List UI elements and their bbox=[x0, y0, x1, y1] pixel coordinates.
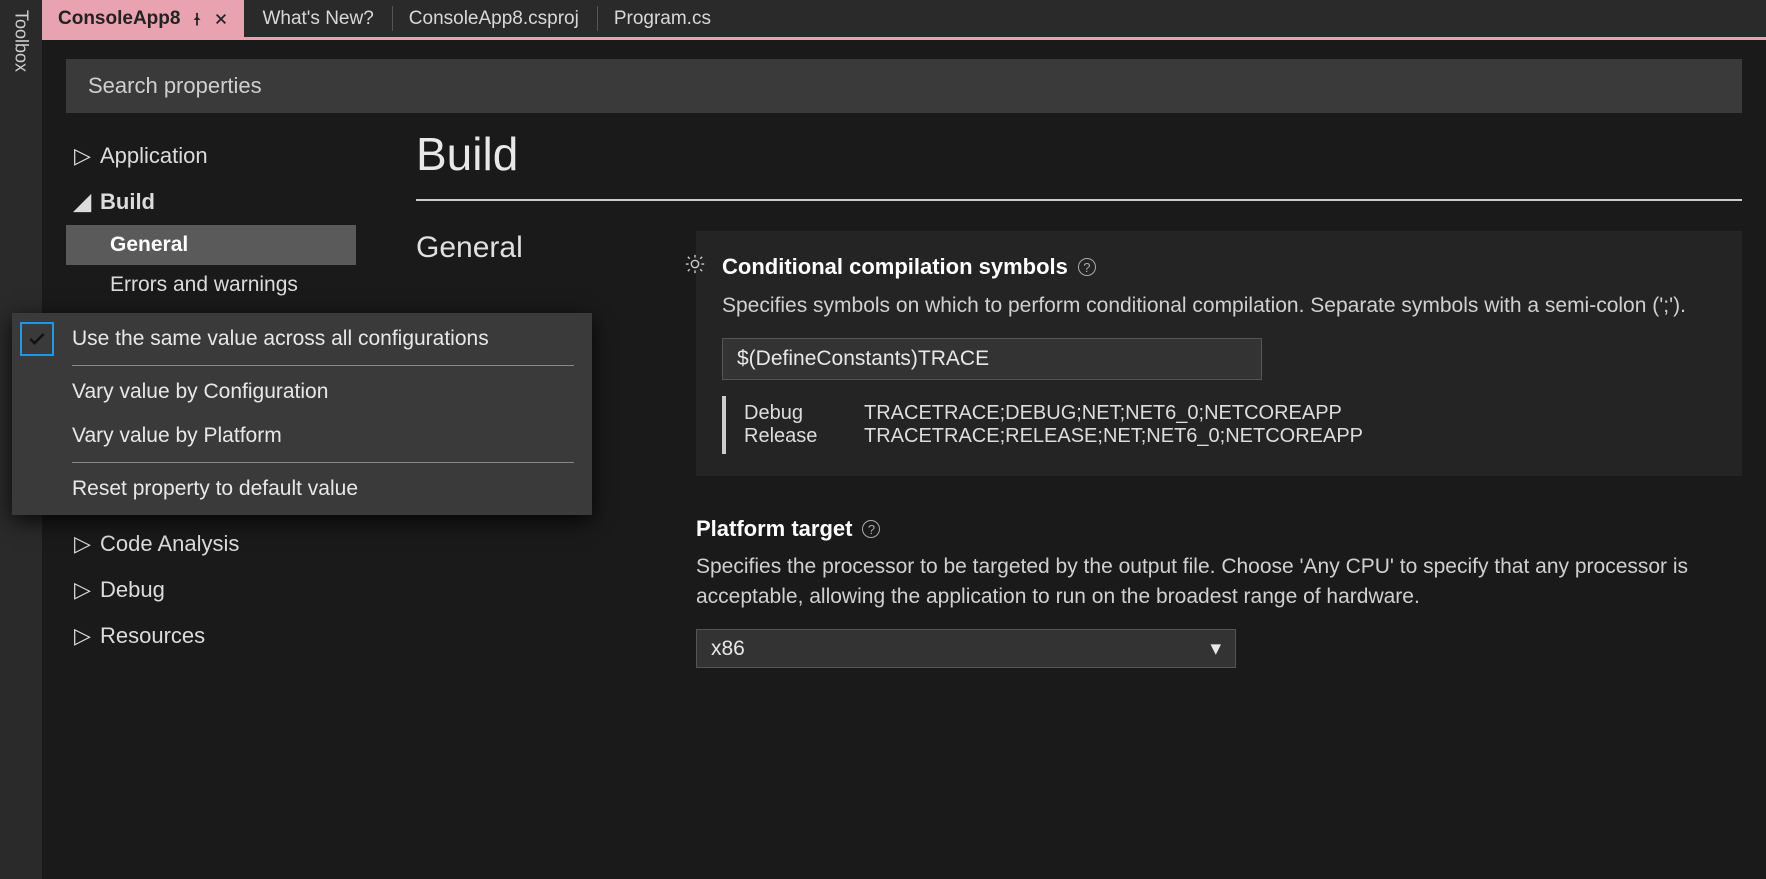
chevron-right-icon: ▷ bbox=[74, 143, 88, 169]
sidebar-sub-errors[interactable]: Errors and warnings bbox=[66, 265, 356, 305]
platform-dropdown[interactable]: x86 ▾ bbox=[696, 629, 1236, 668]
tab-label: Program.cs bbox=[614, 8, 711, 30]
ctx-label: Use the same value across all configurat… bbox=[72, 327, 489, 351]
chevron-down-icon: ▾ bbox=[1210, 636, 1221, 661]
tab-program-cs[interactable]: Program.cs bbox=[598, 0, 727, 37]
platform-description: Specifies the processor to be targeted b… bbox=[696, 552, 1742, 611]
tab-csproj[interactable]: ConsoleApp8.csproj bbox=[393, 0, 595, 37]
toolbox-label: Toolbox bbox=[11, 10, 32, 72]
config-value: TRACETRACE;RELEASE;NET;NET6_0;NETCOREAPP bbox=[864, 425, 1363, 448]
tab-label: ConsoleApp8 bbox=[58, 8, 180, 30]
setting-description: Specifies symbols on which to perform co… bbox=[722, 291, 1716, 320]
sidebar-item-debug[interactable]: ▷ Debug bbox=[66, 567, 356, 613]
sidebar-sub-label: General bbox=[110, 233, 188, 256]
ctx-label: Reset property to default value bbox=[72, 477, 358, 501]
setting-header-label: Conditional compilation symbols bbox=[722, 254, 1068, 280]
symbols-value: $(DefineConstants)TRACE bbox=[737, 347, 989, 370]
sidebar-item-application[interactable]: ▷ Application bbox=[66, 133, 356, 179]
chevron-right-icon: ▷ bbox=[74, 577, 88, 603]
config-name: Debug bbox=[744, 402, 824, 425]
sidebar-item-label: Debug bbox=[100, 577, 165, 603]
table-row: Debug TRACETRACE;DEBUG;NET;NET6_0;NETCOR… bbox=[744, 402, 1716, 425]
search-placeholder: Search properties bbox=[88, 73, 262, 99]
page-title: Build bbox=[416, 127, 1742, 181]
pin-icon[interactable] bbox=[190, 12, 204, 26]
ctx-label: Vary value by Platform bbox=[72, 424, 282, 448]
ctx-label: Vary value by Configuration bbox=[72, 380, 328, 404]
sidebar-item-build[interactable]: ◢ Build bbox=[66, 179, 356, 225]
close-icon[interactable] bbox=[214, 12, 228, 26]
platform-header-label: Platform target bbox=[696, 516, 852, 542]
menu-separator bbox=[72, 462, 574, 463]
check-icon bbox=[20, 322, 54, 356]
sidebar-item-label: Application bbox=[100, 143, 208, 169]
ctx-item-vary-config[interactable]: Vary value by Configuration bbox=[12, 370, 592, 414]
config-value: TRACETRACE;DEBUG;NET;NET6_0;NETCOREAPP bbox=[864, 402, 1342, 425]
ctx-item-same-value[interactable]: Use the same value across all configurat… bbox=[12, 317, 592, 361]
chevron-right-icon: ▷ bbox=[74, 623, 88, 649]
menu-separator bbox=[72, 365, 574, 366]
search-input[interactable]: Search properties bbox=[66, 59, 1742, 113]
divider bbox=[416, 199, 1742, 201]
tab-label: What's New? bbox=[262, 8, 373, 30]
symbols-input[interactable]: $(DefineConstants)TRACE bbox=[722, 338, 1262, 380]
sidebar-item-label: Build bbox=[100, 189, 155, 215]
chevron-down-icon: ◢ bbox=[74, 189, 88, 215]
table-row: Release TRACETRACE;RELEASE;NET;NET6_0;NE… bbox=[744, 425, 1716, 448]
sidebar-item-code-analysis[interactable]: ▷ Code Analysis bbox=[66, 521, 356, 567]
tab-active[interactable]: ConsoleApp8 bbox=[42, 0, 244, 37]
help-icon[interactable]: ? bbox=[1078, 258, 1096, 276]
ctx-item-vary-platform[interactable]: Vary value by Platform bbox=[12, 414, 592, 458]
config-name: Release bbox=[744, 425, 824, 448]
chevron-right-icon: ▷ bbox=[74, 531, 88, 557]
tab-label: ConsoleApp8.csproj bbox=[409, 8, 579, 30]
conditional-symbols-block: Conditional compilation symbols ? Specif… bbox=[696, 231, 1742, 476]
sidebar-sub-label: Errors and warnings bbox=[110, 273, 298, 296]
help-icon[interactable]: ? bbox=[862, 520, 880, 538]
sidebar-item-label: Code Analysis bbox=[100, 531, 239, 557]
gear-icon[interactable] bbox=[684, 253, 706, 281]
ctx-item-reset[interactable]: Reset property to default value bbox=[12, 467, 592, 511]
platform-target-block: Platform target ? Specifies the processo… bbox=[696, 516, 1742, 668]
tab-whats-new[interactable]: What's New? bbox=[246, 0, 389, 37]
sidebar-item-label: Resources bbox=[100, 623, 205, 649]
dropdown-value: x86 bbox=[711, 637, 745, 661]
config-table: Debug TRACETRACE;DEBUG;NET;NET6_0;NETCOR… bbox=[722, 396, 1716, 454]
sidebar-sub-general[interactable]: General bbox=[66, 225, 356, 265]
tab-strip: ConsoleApp8 What's New? ConsoleApp8.cspr… bbox=[42, 0, 1766, 40]
context-menu: Use the same value across all configurat… bbox=[12, 313, 592, 515]
sidebar-item-resources[interactable]: ▷ Resources bbox=[66, 613, 356, 659]
